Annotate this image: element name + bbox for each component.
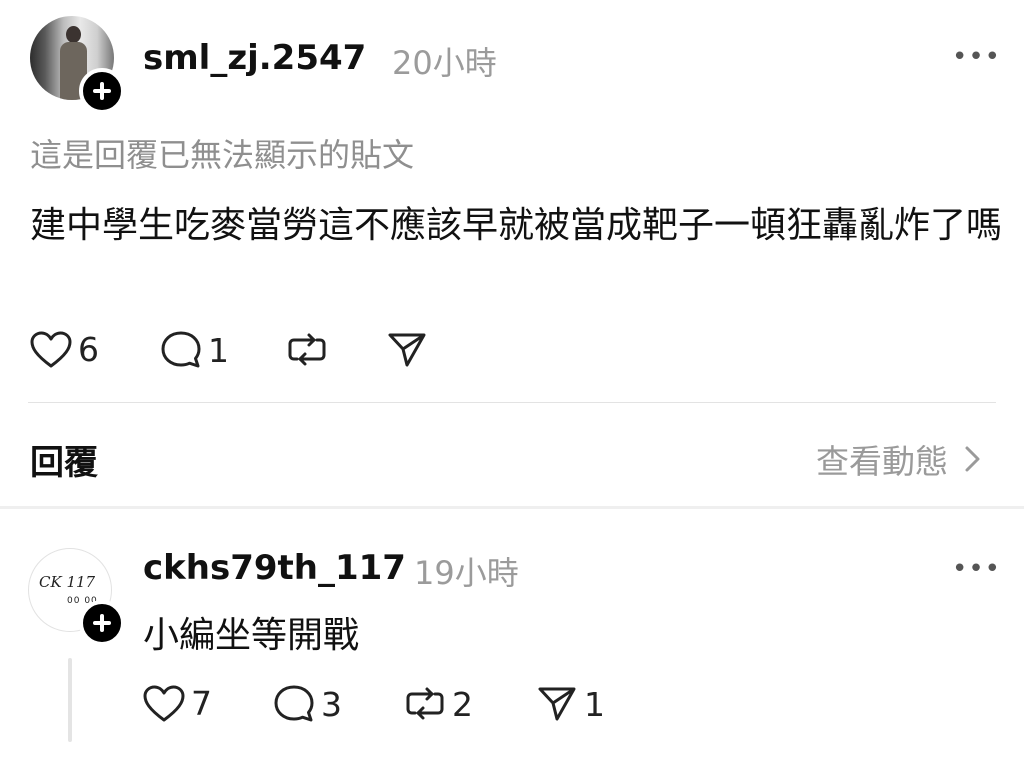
reply-like-count: 7	[191, 684, 212, 723]
like-count: 6	[78, 330, 99, 369]
reply-repost-count: 2	[452, 684, 473, 724]
repost-icon	[288, 333, 326, 366]
reply-comment-count: 3	[321, 684, 342, 724]
post-username[interactable]: sml_zj.2547	[143, 38, 366, 78]
divider	[28, 402, 996, 403]
reply-context-notice: 這是回覆已無法顯示的貼文	[30, 136, 415, 174]
like-button[interactable]: 6	[30, 330, 99, 369]
heart-icon	[143, 685, 185, 721]
reply-share-count: 1	[584, 684, 605, 724]
chevron-right-icon[interactable]	[962, 444, 984, 474]
comment-count: 1	[208, 330, 229, 370]
follow-plus-icon[interactable]	[79, 68, 125, 114]
thread-line	[68, 658, 72, 742]
heart-icon	[30, 331, 72, 367]
speech-bubble-icon	[274, 685, 314, 722]
reply-like-button[interactable]: 7	[143, 684, 212, 723]
speech-bubble-icon	[161, 331, 201, 368]
follow-plus-icon[interactable]	[79, 600, 125, 646]
send-icon	[538, 687, 576, 721]
avatar-logo-text: CK 117	[39, 573, 96, 591]
reply-repost-button[interactable]: 2	[404, 684, 473, 724]
reply-body-text: 小編坐等開戰	[143, 615, 360, 656]
view-activity-link[interactable]: 查看動態	[816, 435, 948, 483]
reply-username[interactable]: ckhs79th_117	[143, 548, 406, 588]
post-timestamp: 20小時	[392, 44, 497, 82]
more-options-icon[interactable]: •••	[952, 556, 1001, 582]
replies-heading: 回覆	[30, 443, 98, 483]
reply-share-button[interactable]: 1	[536, 684, 605, 724]
reply-comment-button[interactable]: 3	[273, 684, 342, 724]
repost-button[interactable]	[286, 330, 328, 370]
more-options-icon[interactable]: •••	[952, 44, 1001, 70]
comment-button[interactable]: 1	[160, 330, 229, 370]
section-separator	[0, 506, 1024, 509]
send-icon	[388, 333, 426, 367]
share-button[interactable]	[386, 330, 428, 370]
post-body-text: 建中學生吃麥當勞這不應該早就被當成靶子一頓狂轟亂炸了嗎	[30, 205, 1003, 246]
repost-icon	[406, 687, 444, 720]
reply-timestamp: 19小時	[414, 554, 519, 592]
